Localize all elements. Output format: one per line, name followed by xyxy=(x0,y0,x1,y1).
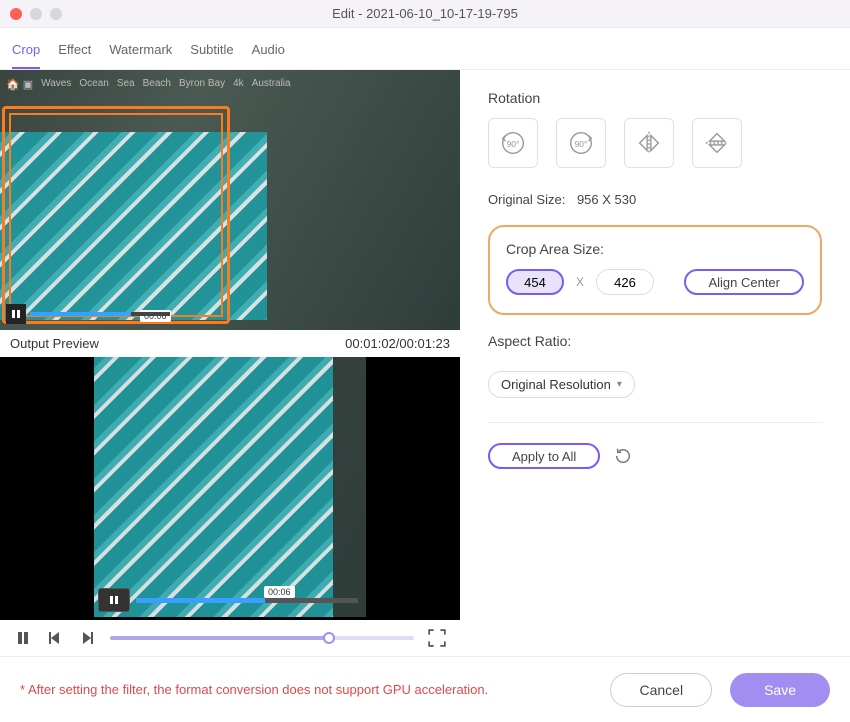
tab-watermark[interactable]: Watermark xyxy=(109,42,172,69)
apply-row: Apply to All xyxy=(488,443,822,469)
source-video[interactable]: 🏠 ▣ Waves Ocean Sea Beach Byron Bay 4k A… xyxy=(0,70,460,330)
playback-slider-thumb[interactable] xyxy=(323,632,335,644)
tab-effect[interactable]: Effect xyxy=(58,42,91,69)
window-controls xyxy=(10,8,62,20)
footer: * After setting the filter, the format c… xyxy=(0,656,850,722)
playback-slider[interactable] xyxy=(110,636,414,640)
minimize-window-button[interactable] xyxy=(30,8,42,20)
crop-selection-box[interactable] xyxy=(2,106,230,324)
preview-pause-button[interactable] xyxy=(98,588,130,612)
source-progress-bar[interactable] xyxy=(30,312,170,316)
crop-inner-border xyxy=(9,113,223,317)
apply-to-all-button[interactable]: Apply to All xyxy=(488,443,600,469)
fullscreen-button[interactable] xyxy=(428,629,446,647)
crop-area-label: Crop Area Size: xyxy=(506,241,804,257)
timecode: 00:01:02/00:01:23 xyxy=(345,336,450,351)
preview-waves xyxy=(94,357,333,617)
tab-subtitle[interactable]: Subtitle xyxy=(190,42,233,69)
aspect-ratio-value: Original Resolution xyxy=(501,377,611,392)
playback-controls xyxy=(0,620,460,656)
window-title: Edit - 2021-06-10_10-17-19-795 xyxy=(332,6,518,21)
next-frame-button[interactable] xyxy=(78,629,96,647)
aspect-ratio-label: Aspect Ratio: xyxy=(488,333,822,349)
cancel-button[interactable]: Cancel xyxy=(610,673,712,707)
output-preview-label: Output Preview xyxy=(10,336,99,351)
source-pause-button[interactable] xyxy=(6,304,26,324)
output-preview: 00:06 xyxy=(0,357,460,620)
rotate-ccw-button[interactable]: 90° xyxy=(488,118,538,168)
output-label-row: Output Preview 00:01:02/00:01:23 xyxy=(0,330,460,357)
zoom-window-button[interactable] xyxy=(50,8,62,20)
original-size-label: Original Size: xyxy=(488,192,565,207)
crop-width-input[interactable] xyxy=(506,269,564,295)
original-size-value: 956 X 530 xyxy=(577,192,636,207)
editor-tabs: Crop Effect Watermark Subtitle Audio xyxy=(0,28,850,70)
svg-text:90°: 90° xyxy=(507,139,520,149)
tab-audio[interactable]: Audio xyxy=(252,42,285,69)
save-button[interactable]: Save xyxy=(730,673,830,707)
tab-crop[interactable]: Crop xyxy=(12,42,40,69)
source-mini-controls xyxy=(6,304,170,324)
crop-size-row: X Align Center xyxy=(506,269,804,295)
main-content: 🏠 ▣ Waves Ocean Sea Beach Byron Bay 4k A… xyxy=(0,70,850,656)
crop-settings-pane: Rotation 90° 90° Original Size: 956 X 53… xyxy=(460,70,850,656)
original-size-row: Original Size: 956 X 530 xyxy=(488,192,822,207)
crop-size-separator: X xyxy=(576,275,584,289)
chevron-down-icon: ▾ xyxy=(617,379,622,390)
preview-frame xyxy=(94,357,366,617)
prev-frame-button[interactable] xyxy=(46,629,64,647)
rotation-label: Rotation xyxy=(488,90,822,106)
aspect-ratio-row: Aspect Ratio: Original Resolution ▾ xyxy=(488,333,822,398)
reset-icon[interactable] xyxy=(614,447,632,465)
svg-text:90°: 90° xyxy=(575,139,588,149)
preview-mini-controls xyxy=(98,588,358,612)
titlebar: Edit - 2021-06-10_10-17-19-795 xyxy=(0,0,850,28)
rotate-cw-button[interactable]: 90° xyxy=(556,118,606,168)
preview-progress-bar[interactable] xyxy=(136,598,358,603)
footer-buttons: Cancel Save xyxy=(610,673,830,707)
close-window-button[interactable] xyxy=(10,8,22,20)
source-tags: 🏠 ▣ Waves Ocean Sea Beach Byron Bay 4k A… xyxy=(6,78,454,91)
video-pane: 🏠 ▣ Waves Ocean Sea Beach Byron Bay 4k A… xyxy=(0,70,460,656)
flip-horizontal-button[interactable] xyxy=(624,118,674,168)
divider xyxy=(488,422,822,423)
align-center-button[interactable]: Align Center xyxy=(684,269,804,295)
crop-height-input[interactable] xyxy=(596,269,654,295)
flip-vertical-button[interactable] xyxy=(692,118,742,168)
gpu-warning-text: * After setting the filter, the format c… xyxy=(20,682,488,697)
aspect-ratio-select[interactable]: Original Resolution ▾ xyxy=(488,371,635,398)
crop-area-panel: Crop Area Size: X Align Center xyxy=(488,225,822,315)
pause-button[interactable] xyxy=(14,629,32,647)
rotation-buttons: 90° 90° xyxy=(488,118,822,168)
